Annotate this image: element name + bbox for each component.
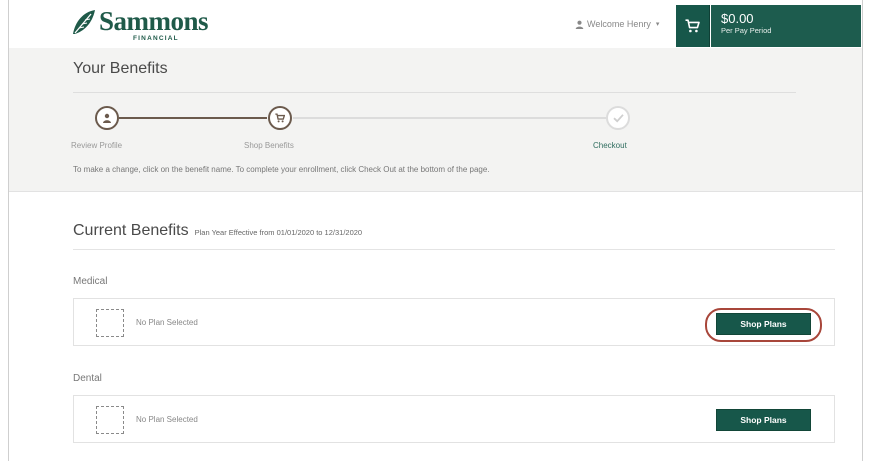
cart-amount: $0.00 [721,11,754,26]
enrollment-progress-panel: Your Benefits Review Profile Shop Benefi… [9,48,862,192]
step-label-review-profile[interactable]: Review Profile [71,141,122,150]
cart-total[interactable]: $0.00 Per Pay Period [711,5,861,47]
plan-card-dental: No Plan Selected Shop Plans [73,395,835,443]
divider [73,92,796,93]
section-title: Current Benefits [73,222,189,239]
progress-line-complete [119,117,267,119]
category-label-dental: Dental [73,373,102,384]
step-review-profile[interactable] [95,106,119,130]
header: Sammons FINANCIAL Welcome Henry ▾ $0.00 … [9,0,862,48]
person-icon [103,113,111,123]
step-label-shop-benefits[interactable]: Shop Benefits [244,141,294,150]
plan-status: No Plan Selected [136,318,198,327]
cart-icon [275,113,285,123]
leaf-logo-icon [73,10,95,34]
page-frame: Sammons FINANCIAL Welcome Henry ▾ $0.00 … [8,0,863,461]
page-title: Your Benefits [73,60,168,77]
logo-name: Sammons [99,6,209,36]
current-benefits-header: Current Benefits Plan Year Effective fro… [73,222,362,240]
chevron-down-icon: ▾ [655,21,660,28]
cart-button[interactable] [676,5,710,47]
shop-plans-button-dental[interactable]: Shop Plans [716,409,811,431]
progress-steps: Review Profile Shop Benefits Checkout [9,103,862,153]
welcome-text: Welcome Henry [587,19,651,29]
step-label-checkout[interactable]: Checkout [593,141,627,150]
category-label-medical: Medical [73,276,108,287]
shop-plans-button-medical[interactable]: Shop Plans [716,313,811,335]
plan-placeholder-icon [96,309,124,337]
welcome-user-menu[interactable]: Welcome Henry ▾ [575,19,659,29]
plan-card-medical: No Plan Selected Shop Plans [73,298,835,346]
divider [73,249,835,250]
instructions-text: To make a change, click on the benefit n… [73,165,490,174]
progress-line-pending [293,117,606,119]
user-icon [575,20,584,29]
cart-period: Per Pay Period [721,26,772,35]
step-shop-benefits[interactable] [268,106,292,130]
plan-year-text: Plan Year Effective from 01/01/2020 to 1… [194,228,363,237]
sammons-logo[interactable]: Sammons FINANCIAL [71,6,209,46]
logo-subtitle: FINANCIAL [133,35,179,42]
check-icon [612,114,624,123]
step-checkout[interactable] [606,106,630,130]
plan-status: No Plan Selected [136,415,198,424]
cart-icon [685,19,700,33]
plan-placeholder-icon [96,406,124,434]
